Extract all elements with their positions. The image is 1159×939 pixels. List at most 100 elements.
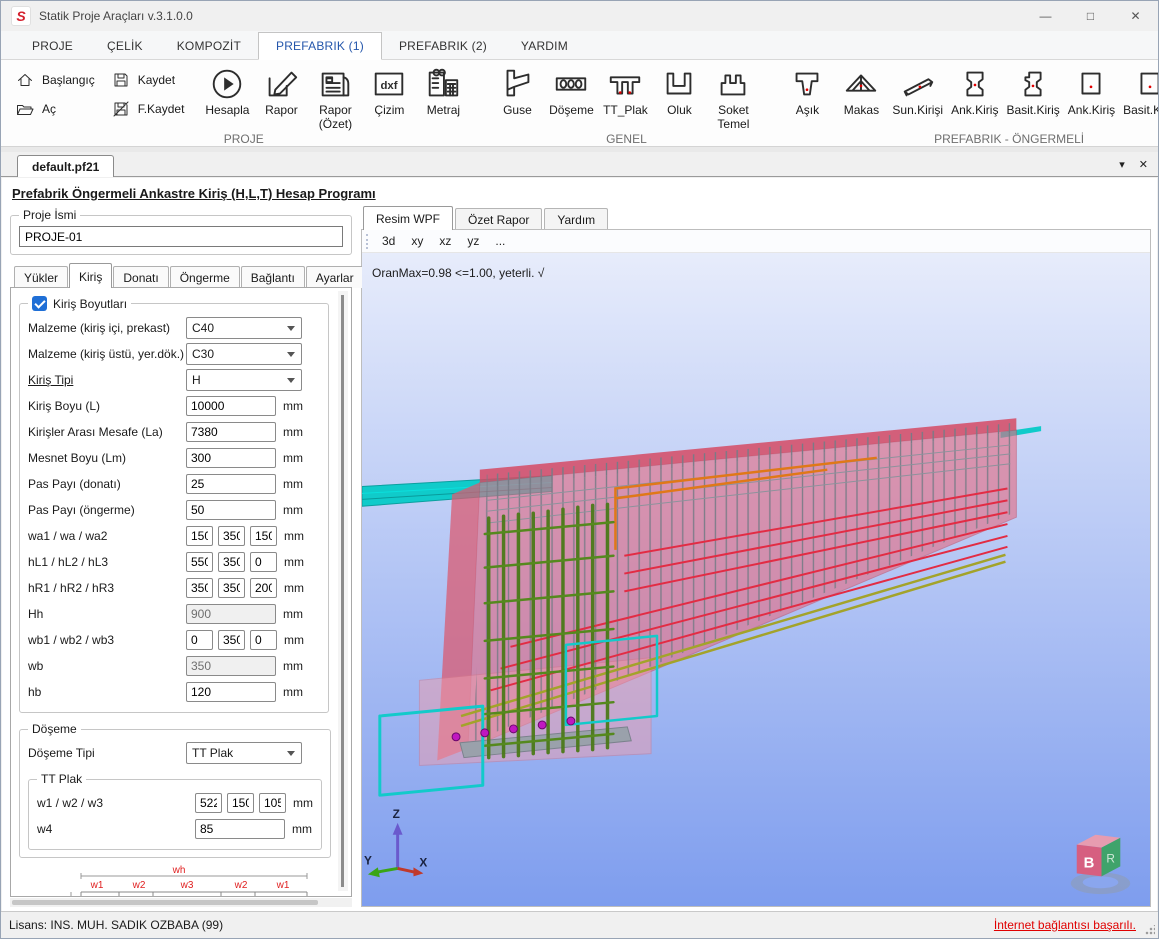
- view-yz-button[interactable]: yz: [459, 232, 487, 250]
- baslangic-button[interactable]: Başlangıç: [15, 70, 95, 90]
- slab-type-select[interactable]: TT Plak: [186, 742, 302, 764]
- form-row: Malzeme (kiriş içi, prekast) C40: [28, 315, 320, 341]
- cover-rebar-input[interactable]: [186, 474, 276, 494]
- basit-kiris-i-button[interactable]: Basit.Kiriş: [1002, 65, 1063, 118]
- tab-close-icon[interactable]: ✕: [1139, 158, 1148, 171]
- tab-yukler[interactable]: Yükler: [14, 266, 68, 288]
- beam-dimensions-checkbox[interactable]: [32, 296, 47, 311]
- tt-plak-button[interactable]: TT_Plak: [598, 65, 652, 118]
- doseme-button[interactable]: Döşeme: [544, 65, 598, 118]
- tab-dropdown-icon[interactable]: ▾: [1119, 158, 1125, 171]
- document-tab[interactable]: default.pf21: [17, 155, 114, 177]
- chevron-down-icon: [287, 751, 295, 756]
- beam-3d-scene[interactable]: Z Y X B: [362, 253, 1150, 906]
- material-topping-select[interactable]: C30: [186, 343, 302, 365]
- sloped-beam-icon: [899, 65, 937, 103]
- makas-button[interactable]: Makas: [834, 65, 888, 118]
- hr3-input[interactable]: [250, 578, 277, 598]
- project-name-input[interactable]: [19, 226, 343, 247]
- ank-kiris-i-button[interactable]: Ank.Kiriş: [947, 65, 1002, 118]
- wa1-input[interactable]: [186, 526, 213, 546]
- vertical-scrollbar[interactable]: [338, 291, 348, 891]
- beam-type-select[interactable]: H: [186, 369, 302, 391]
- section-diagram: wh w1 w2 w3 w2 w1: [19, 864, 319, 897]
- resize-grip[interactable]: [1145, 925, 1155, 935]
- maximize-button[interactable]: □: [1068, 1, 1113, 31]
- support-length-input[interactable]: [186, 448, 276, 468]
- wa-input[interactable]: [218, 526, 245, 546]
- window-title: Statik Proje Araçları v.3.1.0.0: [39, 9, 193, 23]
- tab-ozet-rapor[interactable]: Özet Rapor: [455, 208, 542, 230]
- menu-tab-celik[interactable]: ÇELİK: [90, 33, 160, 59]
- oluk-button[interactable]: Oluk: [652, 65, 706, 118]
- rapor-ozet-button[interactable]: Rapor (Özet): [308, 65, 362, 132]
- corbel-icon: [498, 65, 536, 103]
- soket-temel-button[interactable]: Soket Temel: [706, 65, 760, 132]
- w3-input[interactable]: [259, 793, 286, 813]
- guse-button[interactable]: Guse: [490, 65, 544, 118]
- svg-text:Z: Z: [393, 807, 400, 821]
- hr2-input[interactable]: [218, 578, 245, 598]
- tab-ayarlar[interactable]: Ayarlar: [306, 266, 364, 288]
- close-button[interactable]: ✕: [1113, 1, 1158, 31]
- hesapla-button[interactable]: Hesapla: [200, 65, 254, 118]
- menu-tab-kompozit[interactable]: KOMPOZİT: [160, 33, 258, 59]
- tab-donati[interactable]: Donatı: [113, 266, 168, 288]
- form-row: hR1 / hR2 / hR3 mm: [28, 575, 320, 601]
- toolbar-grip[interactable]: [366, 234, 368, 249]
- wb3-input[interactable]: [250, 630, 277, 650]
- tab-resim-wpf[interactable]: Resim WPF: [363, 206, 453, 230]
- view-xy-button[interactable]: xy: [403, 232, 431, 250]
- svg-text:w2: w2: [234, 880, 248, 891]
- view-xz-button[interactable]: xz: [431, 232, 459, 250]
- form-row: wb1 / wb2 / wb3 mm: [28, 627, 320, 653]
- cizim-button[interactable]: dxf Çizim: [362, 65, 416, 118]
- fkaydet-button[interactable]: F.Kaydet: [111, 99, 185, 119]
- wb1-input[interactable]: [186, 630, 213, 650]
- material-precast-select[interactable]: C40: [186, 317, 302, 339]
- basit-kiris-rect-button[interactable]: Basit.Kiriş: [1119, 65, 1159, 118]
- menu-tab-prefabrik2[interactable]: PREFABRIK (2): [382, 33, 504, 59]
- tab-yardim[interactable]: Yardım: [544, 208, 608, 230]
- w2-input[interactable]: [227, 793, 254, 813]
- w1-input[interactable]: [195, 793, 222, 813]
- viewport-3d[interactable]: Z Y X B: [362, 253, 1150, 906]
- beam-spacing-input[interactable]: [186, 422, 276, 442]
- menu-tab-prefabrik1[interactable]: PREFABRIK (1): [258, 32, 382, 60]
- truss-icon: [842, 65, 880, 103]
- minimize-button[interactable]: —: [1023, 1, 1068, 31]
- scrollbar-thumb[interactable]: [341, 295, 344, 887]
- tab-baglanti[interactable]: Bağlantı: [241, 266, 305, 288]
- view-3d-button[interactable]: 3d: [374, 232, 403, 250]
- hl2-input[interactable]: [218, 552, 245, 572]
- cover-prestress-input[interactable]: [186, 500, 276, 520]
- kaydet-button[interactable]: Kaydet: [111, 70, 185, 90]
- metraj-button[interactable]: Metraj: [416, 65, 470, 118]
- ank-kiris-rect-button[interactable]: Ank.Kiriş: [1064, 65, 1119, 118]
- slab-group: Döşeme Döşeme Tipi TT Plak TT Plak w1 / …: [19, 722, 331, 858]
- internet-status-link[interactable]: İnternet bağlantısı başarılı.: [994, 918, 1136, 932]
- tab-ongerme[interactable]: Öngerme: [170, 266, 240, 288]
- w4-input[interactable]: [195, 819, 285, 839]
- horizontal-scrollbar[interactable]: [10, 898, 352, 907]
- rapor-button[interactable]: Rapor: [254, 65, 308, 118]
- form-row: Kiriş Boyu (L) mm: [28, 393, 320, 419]
- menu-tab-yardim[interactable]: YARDIM: [504, 33, 585, 59]
- svg-text:Y: Y: [364, 853, 372, 867]
- asik-button[interactable]: Aşık: [780, 65, 834, 118]
- wb2-input[interactable]: [218, 630, 245, 650]
- tab-kiris[interactable]: Kiriş: [69, 263, 112, 288]
- view-more-button[interactable]: ...: [487, 232, 513, 250]
- hb-input[interactable]: [186, 682, 276, 702]
- hl1-input[interactable]: [186, 552, 213, 572]
- wa2-input[interactable]: [250, 526, 277, 546]
- form-row: Kiriş Tipi H: [28, 367, 320, 393]
- sun-kirisi-button[interactable]: Sun.Kirişi: [888, 65, 947, 118]
- form-row: w4 mm: [37, 816, 313, 842]
- beam-length-input[interactable]: [186, 396, 276, 416]
- ac-button[interactable]: Aç: [15, 99, 95, 119]
- hl3-input[interactable]: [250, 552, 277, 572]
- hr1-input[interactable]: [186, 578, 213, 598]
- menu-tab-proje[interactable]: PROJE: [15, 33, 90, 59]
- scrollbar-thumb[interactable]: [12, 900, 318, 905]
